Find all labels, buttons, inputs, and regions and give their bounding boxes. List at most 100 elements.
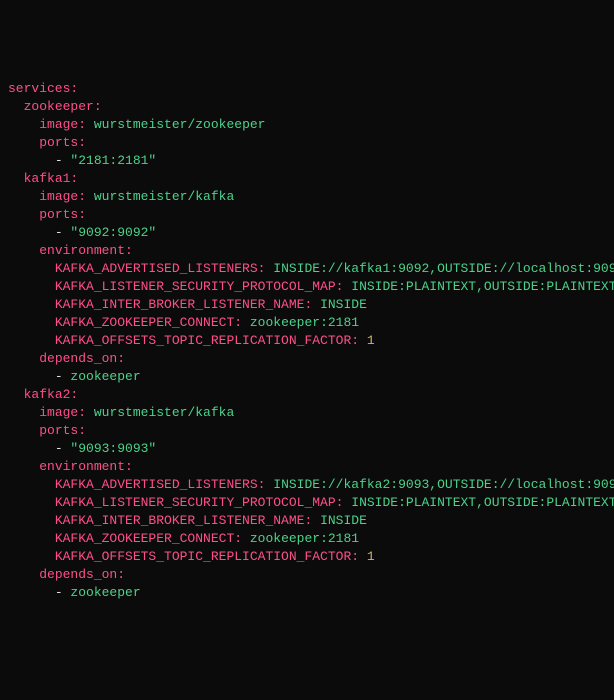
token: [312, 297, 320, 312]
token-scal: INSIDE://kafka2:9093,OUTSIDE://localhost…: [273, 477, 614, 492]
indent: [8, 549, 55, 564]
token: [242, 531, 250, 546]
indent: [8, 351, 39, 366]
code-line: KAFKA_ADVERTISED_LISTENERS: INSIDE://kaf…: [8, 260, 606, 278]
token-key: environment:: [39, 243, 133, 258]
indent: [8, 441, 55, 456]
token-key: image:: [39, 405, 86, 420]
code-line: image: wurstmeister/zookeeper: [8, 116, 606, 134]
token-key: services:: [8, 81, 78, 96]
token-key: image:: [39, 117, 86, 132]
indent: [8, 369, 55, 384]
token: [359, 333, 367, 348]
token-key: kafka1:: [24, 171, 79, 186]
code-line: - zookeeper: [8, 368, 606, 386]
token-key: depends_on:: [39, 567, 125, 582]
code-line: KAFKA_ZOOKEEPER_CONNECT: zookeeper:2181: [8, 530, 606, 548]
token-scal: zookeeper:2181: [250, 315, 359, 330]
code-line: image: wurstmeister/kafka: [8, 188, 606, 206]
indent: [8, 495, 55, 510]
token-key: kafka2:: [24, 387, 79, 402]
indent: [8, 135, 39, 150]
token-key: ports:: [39, 423, 86, 438]
indent: [8, 207, 39, 222]
token-dash: -: [55, 153, 71, 168]
code-line: KAFKA_OFFSETS_TOPIC_REPLICATION_FACTOR: …: [8, 332, 606, 350]
indent: [8, 531, 55, 546]
code-line: environment:: [8, 458, 606, 476]
token-scal: zookeeper:2181: [250, 531, 359, 546]
token: [86, 189, 94, 204]
code-line: ports:: [8, 134, 606, 152]
token-key: ports:: [39, 135, 86, 150]
code-line: KAFKA_LISTENER_SECURITY_PROTOCOL_MAP: IN…: [8, 494, 606, 512]
token-key: KAFKA_LISTENER_SECURITY_PROTOCOL_MAP:: [55, 279, 344, 294]
code-line: KAFKA_ADVERTISED_LISTENERS: INSIDE://kaf…: [8, 476, 606, 494]
code-line: - "9093:9093": [8, 440, 606, 458]
indent: [8, 261, 55, 276]
indent: [8, 459, 39, 474]
token-dash: -: [55, 585, 71, 600]
token-key: KAFKA_INTER_BROKER_LISTENER_NAME:: [55, 297, 312, 312]
indent: [8, 333, 55, 348]
token-scal: zookeeper: [70, 585, 140, 600]
token-key: KAFKA_ADVERTISED_LISTENERS:: [55, 477, 266, 492]
code-line: kafka2:: [8, 386, 606, 404]
code-line: KAFKA_OFFSETS_TOPIC_REPLICATION_FACTOR: …: [8, 548, 606, 566]
code-line: - zookeeper: [8, 584, 606, 602]
token-str: "9093:9093": [70, 441, 156, 456]
indent: [8, 477, 55, 492]
token-scal: INSIDE: [320, 297, 367, 312]
token-scal: INSIDE://kafka1:9092,OUTSIDE://localhost…: [273, 261, 614, 276]
token-key: image:: [39, 189, 86, 204]
token-num: 1: [367, 549, 375, 564]
indent: [8, 513, 55, 528]
token-scal: wurstmeister/kafka: [94, 405, 234, 420]
token-key: KAFKA_ZOOKEEPER_CONNECT:: [55, 315, 242, 330]
indent: [8, 387, 24, 402]
token-key: KAFKA_LISTENER_SECURITY_PROTOCOL_MAP:: [55, 495, 344, 510]
code-line: ports:: [8, 206, 606, 224]
code-line: zookeeper:: [8, 98, 606, 116]
yaml-code-block: services: zookeeper: image: wurstmeister…: [8, 80, 606, 602]
token-str: "2181:2181": [70, 153, 156, 168]
token: [242, 315, 250, 330]
token-scal: wurstmeister/zookeeper: [94, 117, 266, 132]
token-key: KAFKA_ADVERTISED_LISTENERS:: [55, 261, 266, 276]
token-dash: -: [55, 441, 71, 456]
indent: [8, 297, 55, 312]
token-key: KAFKA_INTER_BROKER_LISTENER_NAME:: [55, 513, 312, 528]
token-dash: -: [55, 225, 71, 240]
code-line: depends_on:: [8, 350, 606, 368]
indent: [8, 225, 55, 240]
code-line: KAFKA_ZOOKEEPER_CONNECT: zookeeper:2181: [8, 314, 606, 332]
indent: [8, 279, 55, 294]
code-line: KAFKA_INTER_BROKER_LISTENER_NAME: INSIDE: [8, 512, 606, 530]
indent: [8, 189, 39, 204]
token-key: ports:: [39, 207, 86, 222]
indent: [8, 153, 55, 168]
indent: [8, 243, 39, 258]
code-line: services:: [8, 80, 606, 98]
code-line: image: wurstmeister/kafka: [8, 404, 606, 422]
token: [359, 549, 367, 564]
token-scal: INSIDE:PLAINTEXT,OUTSIDE:PLAINTEXT: [351, 495, 614, 510]
indent: [8, 315, 55, 330]
token-scal: zookeeper: [70, 369, 140, 384]
token-scal: INSIDE:PLAINTEXT,OUTSIDE:PLAINTEXT: [351, 279, 614, 294]
token-key: KAFKA_OFFSETS_TOPIC_REPLICATION_FACTOR:: [55, 333, 359, 348]
token: [312, 513, 320, 528]
code-line: ports:: [8, 422, 606, 440]
token-key: zookeeper:: [24, 99, 102, 114]
token: [86, 405, 94, 420]
indent: [8, 567, 39, 582]
code-line: KAFKA_LISTENER_SECURITY_PROTOCOL_MAP: IN…: [8, 278, 606, 296]
indent: [8, 423, 39, 438]
code-line: KAFKA_INTER_BROKER_LISTENER_NAME: INSIDE: [8, 296, 606, 314]
token-dash: -: [55, 369, 71, 384]
code-line: - "2181:2181": [8, 152, 606, 170]
indent: [8, 171, 24, 186]
indent: [8, 99, 24, 114]
indent: [8, 405, 39, 420]
code-line: environment:: [8, 242, 606, 260]
